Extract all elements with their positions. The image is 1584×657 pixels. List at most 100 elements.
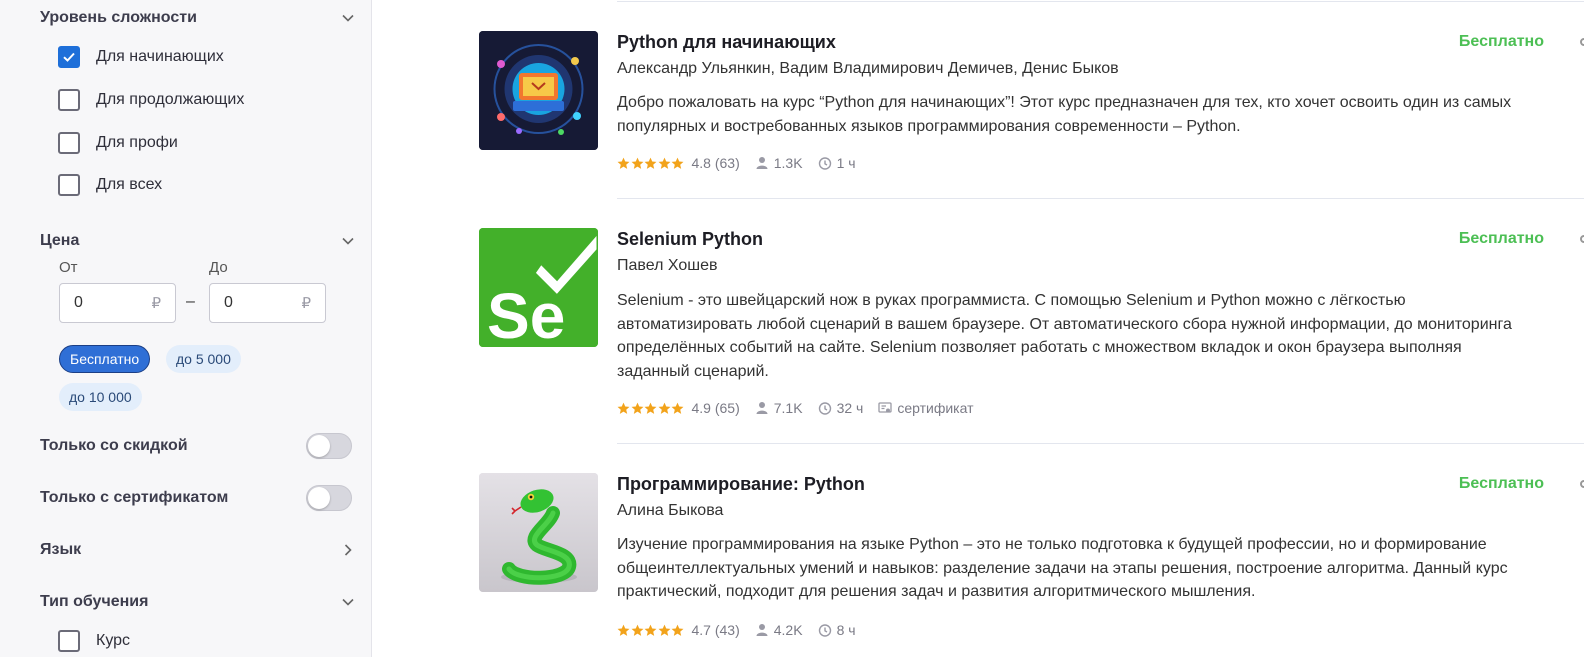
course-meta: 4.7 (43) 4.2K 8 ч (617, 621, 870, 639)
price-section-title: Цена (40, 232, 80, 249)
toggle-knob (308, 435, 330, 457)
toggle-knob (308, 487, 330, 509)
discount-only-label: Только со скидкой (40, 437, 188, 454)
course-duration-value: 1 ч (836, 155, 856, 171)
checkbox[interactable] (58, 46, 80, 68)
clock-icon (817, 622, 833, 638)
course-price: Бесплатно (1458, 33, 1544, 50)
checkbox[interactable] (58, 132, 80, 154)
course-thumbnail[interactable] (479, 31, 598, 150)
chevron-down-icon (340, 10, 356, 26)
favorite-icon[interactable] (1580, 480, 1584, 488)
checkbox[interactable] (58, 630, 80, 652)
chevron-down-icon (340, 233, 356, 249)
ruble-icon: ₽ (301, 295, 311, 312)
price-from-label: От (59, 259, 78, 276)
level-option-beginner[interactable]: Для начинающих (58, 45, 224, 69)
course-authors: Павел Хошев (617, 257, 718, 274)
level-option-label: Для продолжающих (96, 91, 245, 108)
favorite-icon[interactable] (1580, 235, 1584, 243)
selenium-logo-text: Se (487, 280, 565, 347)
check-icon (63, 52, 75, 62)
course-rating: 4.8 (63) (691, 155, 740, 171)
course-cover-image (479, 473, 598, 592)
course-meta: 4.8 (63) 1.3K 1 ч (617, 154, 870, 172)
star-icon (671, 624, 684, 636)
price-to-value: 0 (224, 294, 233, 311)
list-divider (617, 443, 1584, 444)
clock-icon (817, 155, 833, 171)
course-duration: 32 ч (817, 400, 864, 416)
course-thumbnail[interactable]: Se (479, 228, 598, 347)
checkbox[interactable] (58, 174, 80, 196)
learning-type-section-title: Тип обучения (40, 593, 149, 610)
certificate-only-toggle[interactable] (306, 485, 352, 511)
rating-stars (617, 624, 685, 637)
course-description: Добро пожаловать на курс “Python для нач… (617, 94, 1512, 135)
price-section-header[interactable]: Цена (40, 229, 356, 253)
level-section-title: Уровень сложности (40, 9, 197, 26)
course-duration: 1 ч (817, 155, 856, 171)
rating-stars (617, 402, 685, 415)
price-chip-5000[interactable]: до 5 000 (166, 345, 241, 373)
price-to-input[interactable]: 0 ₽ (209, 283, 326, 323)
favorite-icon[interactable] (1580, 38, 1584, 46)
list-divider (617, 198, 1584, 199)
star-icon (644, 157, 657, 169)
level-option-intermediate[interactable]: Для продолжающих (58, 88, 244, 112)
price-chip-10000[interactable]: до 10 000 (59, 383, 142, 411)
price-from-input[interactable]: 0 ₽ (59, 283, 176, 323)
star-icon (617, 157, 630, 169)
level-option-all[interactable]: Для всех (58, 173, 162, 197)
certificate-icon (877, 400, 893, 416)
level-option-label: Для всех (96, 176, 163, 193)
students-count: 7.1K (754, 400, 803, 416)
star-icon (671, 402, 684, 414)
rating-stars (617, 157, 685, 170)
filters-sidebar: Уровень сложности Для начинающих Для про… (0, 0, 372, 657)
price-from-value: 0 (74, 294, 83, 311)
price-to-label: До (209, 259, 228, 276)
clock-icon (817, 400, 833, 416)
language-section-header[interactable]: Язык (40, 538, 356, 562)
course-title[interactable]: Программирование: Python (617, 474, 865, 495)
star-icon (658, 402, 670, 414)
chevron-down-icon (340, 594, 356, 610)
course-description: Изучение программирования на языке Pytho… (617, 536, 1508, 601)
user-icon (754, 400, 770, 416)
checkbox[interactable] (58, 89, 80, 111)
level-option-label: Для начинающих (96, 48, 224, 65)
discount-only-toggle[interactable] (306, 433, 352, 459)
certificate-only-row: Только с сертификатом (40, 485, 352, 511)
course-cover-image (479, 31, 598, 150)
course-certificate-label: сертификат (897, 400, 974, 416)
course-title[interactable]: Python для начинающих (617, 32, 836, 53)
chevron-right-icon (340, 542, 356, 558)
course-certificate: сертификат (877, 400, 974, 416)
user-icon (754, 155, 770, 171)
course-thumbnail[interactable] (479, 473, 598, 592)
students-count: 1.3K (754, 155, 803, 171)
course-price: Бесплатно (1458, 230, 1544, 247)
language-section-title: Язык (40, 541, 82, 558)
price-chip-free[interactable]: Бесплатно (59, 345, 151, 373)
students-count: 4.2K (754, 622, 803, 638)
star-icon (631, 402, 643, 414)
course-title[interactable]: Selenium Python (617, 229, 763, 250)
star-icon (617, 402, 630, 414)
level-option-label: Для профи (96, 134, 178, 151)
star-icon (658, 624, 670, 636)
learning-type-section-header[interactable]: Тип обучения (40, 590, 356, 614)
star-icon (644, 402, 657, 414)
star-icon (644, 624, 657, 636)
selenium-logo: Se (479, 228, 598, 347)
course-duration: 8 ч (817, 622, 856, 638)
course-price: Бесплатно (1458, 475, 1544, 492)
level-section-header[interactable]: Уровень сложности (40, 6, 356, 30)
course-duration-value: 32 ч (836, 400, 864, 416)
level-option-pro[interactable]: Для профи (58, 131, 178, 155)
discount-only-row: Только со скидкой (40, 433, 352, 459)
list-divider (617, 1, 1584, 2)
learning-type-option-course[interactable]: Курс (58, 629, 130, 653)
course-rating: 4.7 (43) (691, 622, 740, 638)
